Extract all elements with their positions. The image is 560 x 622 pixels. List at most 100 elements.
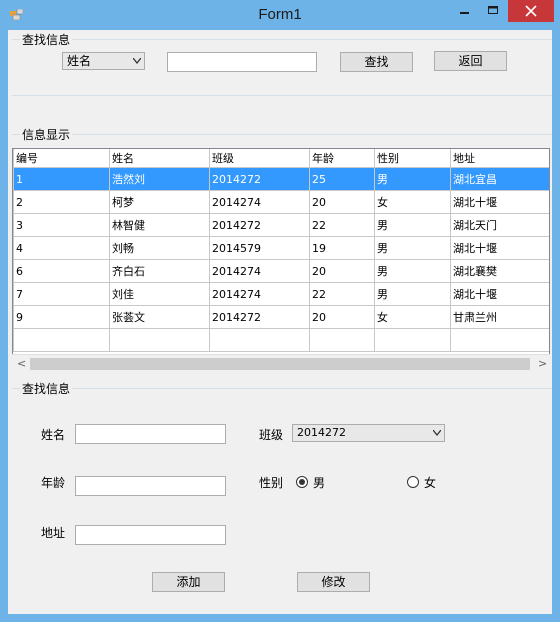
- student-data-grid[interactable]: 编号 姓名 班级 年龄 性别 地址 1 浩然刘 2014272 25 男湖北宜昌 2 柯梦…: [12, 148, 550, 373]
- scroll-right-icon[interactable]: >: [538, 357, 547, 370]
- close-button[interactable]: [508, 0, 554, 22]
- client-area: 查找信息 姓名 查找 返回 信息显示 编号 姓名 班级 年龄 性别 地址 1 浩…: [8, 30, 552, 614]
- horizontal-scrollbar[interactable]: < >: [12, 354, 550, 373]
- table-cell[interactable]: 22: [309, 213, 375, 237]
- title-bar[interactable]: Form1: [0, 0, 560, 30]
- table-cell[interactable]: 19: [309, 236, 375, 260]
- table-row[interactable]: 6 齐白石 2014274 20 男湖北襄樊: [13, 259, 549, 283]
- table-row[interactable]: 2 柯梦 2014274 20 女湖北十堰: [13, 190, 549, 214]
- table-cell[interactable]: 男: [374, 259, 451, 283]
- column-header-id[interactable]: 编号: [13, 149, 110, 168]
- back-button[interactable]: 返回: [434, 51, 507, 71]
- table-cell[interactable]: 22: [309, 282, 375, 306]
- table-cell[interactable]: 2014272: [209, 213, 310, 237]
- gender-male-label[interactable]: 男: [313, 474, 325, 491]
- table-cell[interactable]: 刘佳: [109, 282, 210, 306]
- column-header-age[interactable]: 年龄: [309, 149, 375, 168]
- table-cell[interactable]: 9: [13, 305, 110, 329]
- table-cell[interactable]: 湖北宜昌: [450, 167, 549, 191]
- table-header-row: 编号 姓名 班级 年龄 性别 地址: [13, 149, 549, 168]
- edit-group-title: 查找信息: [20, 380, 73, 397]
- gender-male-radio[interactable]: [296, 476, 308, 488]
- search-field-value: 姓名: [67, 54, 92, 68]
- table-row[interactable]: 7 刘佳 2014274 22 男湖北十堰: [13, 282, 549, 306]
- table-cell[interactable]: 男: [374, 236, 451, 260]
- table-cell[interactable]: 张荟文: [109, 305, 210, 329]
- age-field[interactable]: [75, 476, 226, 496]
- display-group: 信息显示: [12, 126, 552, 143]
- table-cell[interactable]: 刘畅: [109, 236, 210, 260]
- table-cell[interactable]: 25: [309, 167, 375, 191]
- table-cell[interactable]: [109, 328, 210, 352]
- table-cell[interactable]: 女: [374, 190, 451, 214]
- table-cell[interactable]: 2014274: [209, 282, 310, 306]
- table-cell[interactable]: 湖北十堰: [450, 282, 549, 306]
- table-cell[interactable]: 男: [374, 282, 451, 306]
- table-row[interactable]: 4 刘畅 2014579 19 男湖北十堰: [13, 236, 549, 260]
- table-cell[interactable]: 女: [374, 305, 451, 329]
- chevron-down-icon: [433, 430, 441, 436]
- table-cell[interactable]: 2014274: [209, 259, 310, 283]
- age-label: 年龄: [41, 476, 66, 490]
- search-input[interactable]: [167, 52, 317, 72]
- table-cell[interactable]: 2014579: [209, 236, 310, 260]
- column-header-name[interactable]: 姓名: [109, 149, 210, 168]
- table-cell[interactable]: [374, 328, 451, 352]
- table-cell[interactable]: 2014272: [209, 167, 310, 191]
- column-header-address[interactable]: 地址: [450, 149, 549, 168]
- table-cell[interactable]: 湖北十堰: [450, 190, 549, 214]
- table-cell[interactable]: 4: [13, 236, 110, 260]
- table-cell[interactable]: 7: [13, 282, 110, 306]
- search-field-select[interactable]: 姓名: [62, 52, 145, 70]
- table-cell[interactable]: 林智健: [109, 213, 210, 237]
- modify-button[interactable]: 修改: [297, 572, 370, 592]
- gender-female-radio[interactable]: [407, 476, 419, 488]
- table-cell[interactable]: 浩然刘: [109, 167, 210, 191]
- table-cell[interactable]: [209, 328, 310, 352]
- table-cell[interactable]: [13, 328, 110, 352]
- table-cell[interactable]: [450, 328, 549, 352]
- chevron-down-icon: [133, 58, 141, 64]
- scroll-left-icon[interactable]: <: [17, 357, 26, 370]
- add-button[interactable]: 添加: [152, 572, 225, 592]
- table-cell[interactable]: 2014274: [209, 190, 310, 214]
- address-label: 地址: [41, 526, 66, 540]
- table-cell[interactable]: [309, 328, 375, 352]
- column-header-class[interactable]: 班级: [209, 149, 310, 168]
- column-header-gender[interactable]: 性别: [374, 149, 451, 168]
- table-cell[interactable]: 6: [13, 259, 110, 283]
- close-icon: [525, 5, 537, 17]
- address-field[interactable]: [75, 525, 226, 545]
- table-row-empty[interactable]: [13, 328, 549, 352]
- name-field[interactable]: [75, 424, 226, 444]
- maximize-icon: [488, 6, 498, 14]
- table-cell[interactable]: 2: [13, 190, 110, 214]
- table-cell[interactable]: 男: [374, 213, 451, 237]
- table-cell[interactable]: 20: [309, 259, 375, 283]
- table-row[interactable]: 3 林智健 2014272 22 男湖北天门: [13, 213, 549, 237]
- table-row[interactable]: 1 浩然刘 2014272 25 男湖北宜昌: [13, 167, 549, 191]
- table-cell[interactable]: 1: [13, 167, 110, 191]
- table-cell[interactable]: 柯梦: [109, 190, 210, 214]
- table-cell[interactable]: 20: [309, 305, 375, 329]
- table-cell[interactable]: 甘肃兰州: [450, 305, 549, 329]
- table-cell[interactable]: 20: [309, 190, 375, 214]
- table-cell[interactable]: 湖北天门: [450, 213, 549, 237]
- table-cell[interactable]: 湖北十堰: [450, 236, 549, 260]
- class-select[interactable]: 2014272: [292, 424, 445, 442]
- table-cell[interactable]: 2014272: [209, 305, 310, 329]
- gender-female-label[interactable]: 女: [424, 474, 436, 491]
- edit-group: 查找信息: [12, 380, 552, 397]
- table-cell[interactable]: 齐白石: [109, 259, 210, 283]
- student-table: 编号 姓名 班级 年龄 性别 地址 1 浩然刘 2014272 25 男湖北宜昌 2 柯梦…: [13, 149, 549, 352]
- table-cell[interactable]: 湖北襄樊: [450, 259, 549, 283]
- minimize-button[interactable]: [452, 0, 478, 22]
- search-button[interactable]: 查找: [340, 52, 413, 72]
- maximize-button[interactable]: [480, 0, 506, 22]
- scrollbar-thumb[interactable]: [30, 358, 530, 370]
- table-row[interactable]: 9 张荟文 2014272 20 女甘肃兰州: [13, 305, 549, 329]
- table-cell[interactable]: 3: [13, 213, 110, 237]
- class-select-value: 2014272: [297, 426, 346, 439]
- main-window: Form1 查找信息 姓名 查找 返回 信息显示 编号 姓名 班级 年龄 性别 …: [0, 0, 560, 622]
- table-cell[interactable]: 男: [374, 167, 451, 191]
